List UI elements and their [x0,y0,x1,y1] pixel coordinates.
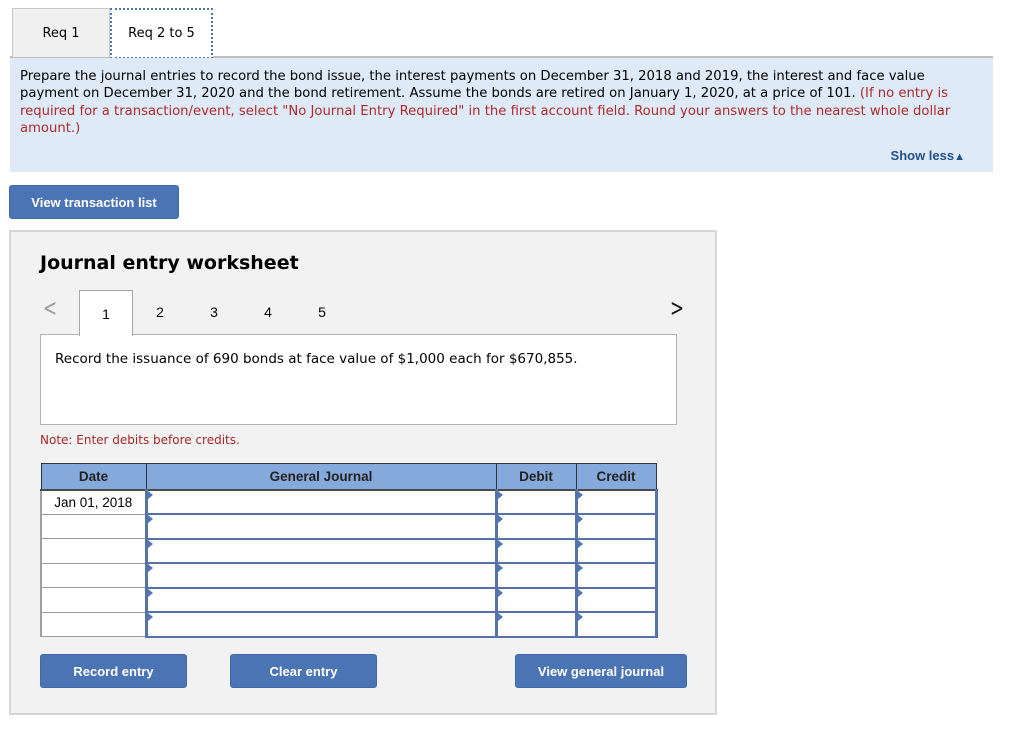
credit-field-cell [574,562,658,589]
date-cell [40,562,147,588]
dropdown-marker-icon [147,515,153,523]
dropdown-marker-icon [497,613,503,621]
step-tab-5[interactable]: 5 [295,290,349,334]
tab-req-1[interactable]: Req 1 [12,8,110,57]
step-tab-2[interactable]: 2 [133,290,187,334]
dropdown-marker-icon [577,490,583,499]
debit-field-cell [494,586,578,613]
debit-field-cell [494,488,578,515]
credit-field-cell [574,513,658,540]
dropdown-marker-icon [497,588,503,597]
account-field[interactable] [147,614,495,635]
account-field-cell [144,537,498,564]
table-header-row: Date General Journal Debit Credit [40,463,657,491]
date-cell [40,513,147,539]
header-date: Date [40,463,147,491]
table-row [40,537,658,564]
dropdown-marker-icon [497,515,503,523]
credit-field[interactable] [577,540,655,561]
date-cell [40,611,147,637]
dropdown-marker-icon [497,539,503,548]
clear-entry-button[interactable]: Clear entry [230,654,377,688]
credit-field[interactable] [577,614,655,635]
date-cell [40,538,147,564]
requirement-tabs: Req 1 Req 2 to 5 [10,8,993,59]
transaction-description: Record the issuance of 690 bonds at face… [40,334,677,425]
debit-field-cell [494,537,578,564]
record-entry-button[interactable]: Record entry [40,654,187,688]
dropdown-marker-icon [147,490,153,499]
debit-field-cell [494,562,578,589]
table-row [40,586,658,613]
credit-field-cell [574,488,658,515]
account-field[interactable] [147,565,495,586]
debit-field-cell [494,513,578,540]
date-cell: Jan 01, 2018 [40,489,147,515]
account-field-cell [144,488,498,515]
header-debit: Debit [495,463,577,491]
dropdown-marker-icon [497,490,503,499]
credit-field[interactable] [577,491,655,512]
credit-field[interactable] [577,565,655,586]
tab-req-2-to-5[interactable]: Req 2 to 5 [110,8,213,59]
chevron-left-icon[interactable]: < [43,294,57,322]
dropdown-marker-icon [147,613,153,621]
worksheet-title: Journal entry worksheet [40,252,299,274]
show-less-link[interactable]: Show less▲ [891,147,965,166]
credit-field-cell [574,537,658,564]
debits-note: Note: Enter debits before credits. [40,433,240,447]
chevron-right-icon[interactable]: > [670,294,684,322]
header-general-journal: General Journal [145,463,497,491]
journal-entry-worksheet: Journal entry worksheet < 1 2 3 4 5 > Re… [9,230,717,715]
step-tab-3[interactable]: 3 [187,290,241,334]
debit-field[interactable] [497,565,575,586]
credit-field[interactable] [577,589,655,610]
debit-field[interactable] [497,614,575,635]
show-less-label: Show less [890,148,955,163]
instructions-text: Prepare the journal entries to record th… [20,69,925,102]
debit-field[interactable] [497,540,575,561]
account-field[interactable] [147,516,495,537]
debit-field[interactable] [497,516,575,537]
table-row: Jan 01, 2018 [40,488,658,515]
view-transaction-list-button[interactable]: View transaction list [9,185,179,219]
instructions-panel: Prepare the journal entries to record th… [10,58,993,172]
dropdown-marker-icon [147,564,153,572]
account-field[interactable] [147,540,495,561]
account-field-cell [144,611,498,638]
journal-table: Date General Journal Debit Credit Jan 01… [40,463,658,638]
view-general-journal-button[interactable]: View general journal [515,654,687,688]
table-row [40,513,658,540]
dropdown-marker-icon [497,564,503,572]
dropdown-marker-icon [147,588,153,597]
account-field-cell [144,513,498,540]
account-field[interactable] [147,491,495,512]
step-tab-1[interactable]: 1 [79,290,133,336]
credit-field[interactable] [577,516,655,537]
debit-field[interactable] [497,491,575,512]
debit-field[interactable] [497,589,575,610]
account-field[interactable] [147,589,495,610]
table-row [40,562,658,589]
account-field-cell [144,586,498,613]
credit-field-cell [574,586,658,613]
header-credit: Credit [575,463,657,491]
dropdown-marker-icon [577,539,583,548]
dropdown-marker-icon [577,613,583,621]
debit-field-cell [494,611,578,638]
table-row [40,611,658,638]
dropdown-marker-icon [577,515,583,523]
step-tab-4[interactable]: 4 [241,290,295,334]
account-field-cell [144,562,498,589]
date-cell [40,587,147,613]
dropdown-marker-icon [577,588,583,597]
dropdown-marker-icon [577,564,583,572]
triangle-up-icon: ▲ [954,151,965,163]
dropdown-marker-icon [147,539,153,548]
credit-field-cell [574,611,658,638]
